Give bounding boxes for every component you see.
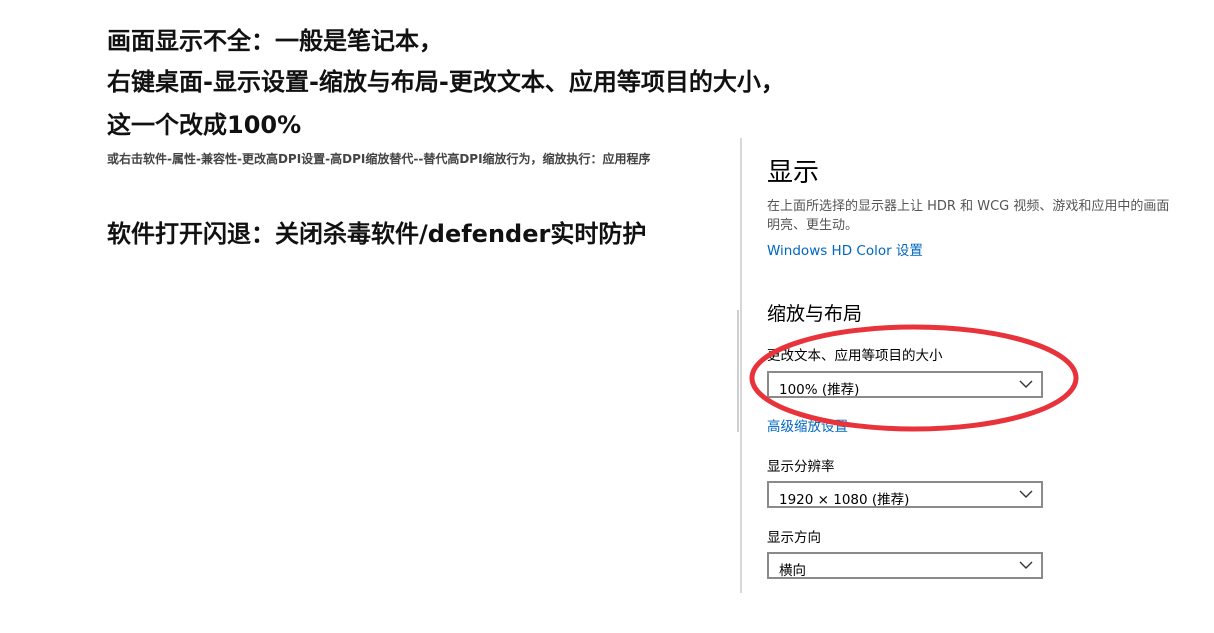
scrollbar-track[interactable] bbox=[737, 310, 739, 432]
orientation-dropdown-value: 横向 bbox=[779, 563, 806, 579]
note-line-3: 这一个改成100% bbox=[107, 111, 302, 139]
page-title: 显示 bbox=[767, 158, 820, 188]
resolution-dropdown-value: 1920 × 1080 (推荐) bbox=[779, 492, 910, 508]
scale-layout-heading: 缩放与布局 bbox=[767, 303, 863, 325]
chevron-down-icon bbox=[1019, 490, 1033, 498]
scale-label: 更改文本、应用等项目的大小 bbox=[767, 348, 943, 364]
chevron-down-icon bbox=[1019, 380, 1033, 388]
windows-hd-color-link[interactable]: Windows HD Color 设置 bbox=[767, 239, 923, 259]
resolution-label: 显示分辨率 bbox=[767, 459, 835, 475]
note-line-2: 右键桌面-显示设置-缩放与布局-更改文本、应用等项目的大小， bbox=[107, 68, 785, 96]
resolution-dropdown[interactable]: 1920 × 1080 (推荐) bbox=[767, 481, 1043, 508]
note-line-1: 画面显示不全：一般是笔记本， bbox=[107, 27, 443, 55]
hdr-description: 在上面所选择的显示器上让 HDR 和 WCG 视频、游戏和应用中的画面 明亮、更… bbox=[767, 197, 1182, 235]
hdr-description-line-2: 明亮、更生动。 bbox=[767, 218, 859, 233]
chevron-down-icon bbox=[1019, 561, 1033, 569]
advanced-scaling-link[interactable]: 高级缩放设置 bbox=[767, 415, 848, 435]
note-small-text: 或右击软件-属性-兼容性-更改高DPI设置-高DPI缩放替代--替代高DPI缩放… bbox=[107, 152, 651, 166]
scale-dropdown-value: 100% (推荐) bbox=[779, 382, 860, 398]
hdr-description-line-1: 在上面所选择的显示器上让 HDR 和 WCG 视频、游戏和应用中的画面 bbox=[767, 199, 1170, 214]
display-settings-panel: 显示 在上面所选择的显示器上让 HDR 和 WCG 视频、游戏和应用中的画面 明… bbox=[742, 138, 1182, 598]
orientation-dropdown[interactable]: 横向 bbox=[767, 552, 1043, 579]
scale-dropdown[interactable]: 100% (推荐) bbox=[767, 371, 1043, 398]
orientation-label: 显示方向 bbox=[767, 530, 821, 546]
note-line-4: 软件打开闪退：关闭杀毒软件/defender实时防护 bbox=[107, 220, 647, 248]
